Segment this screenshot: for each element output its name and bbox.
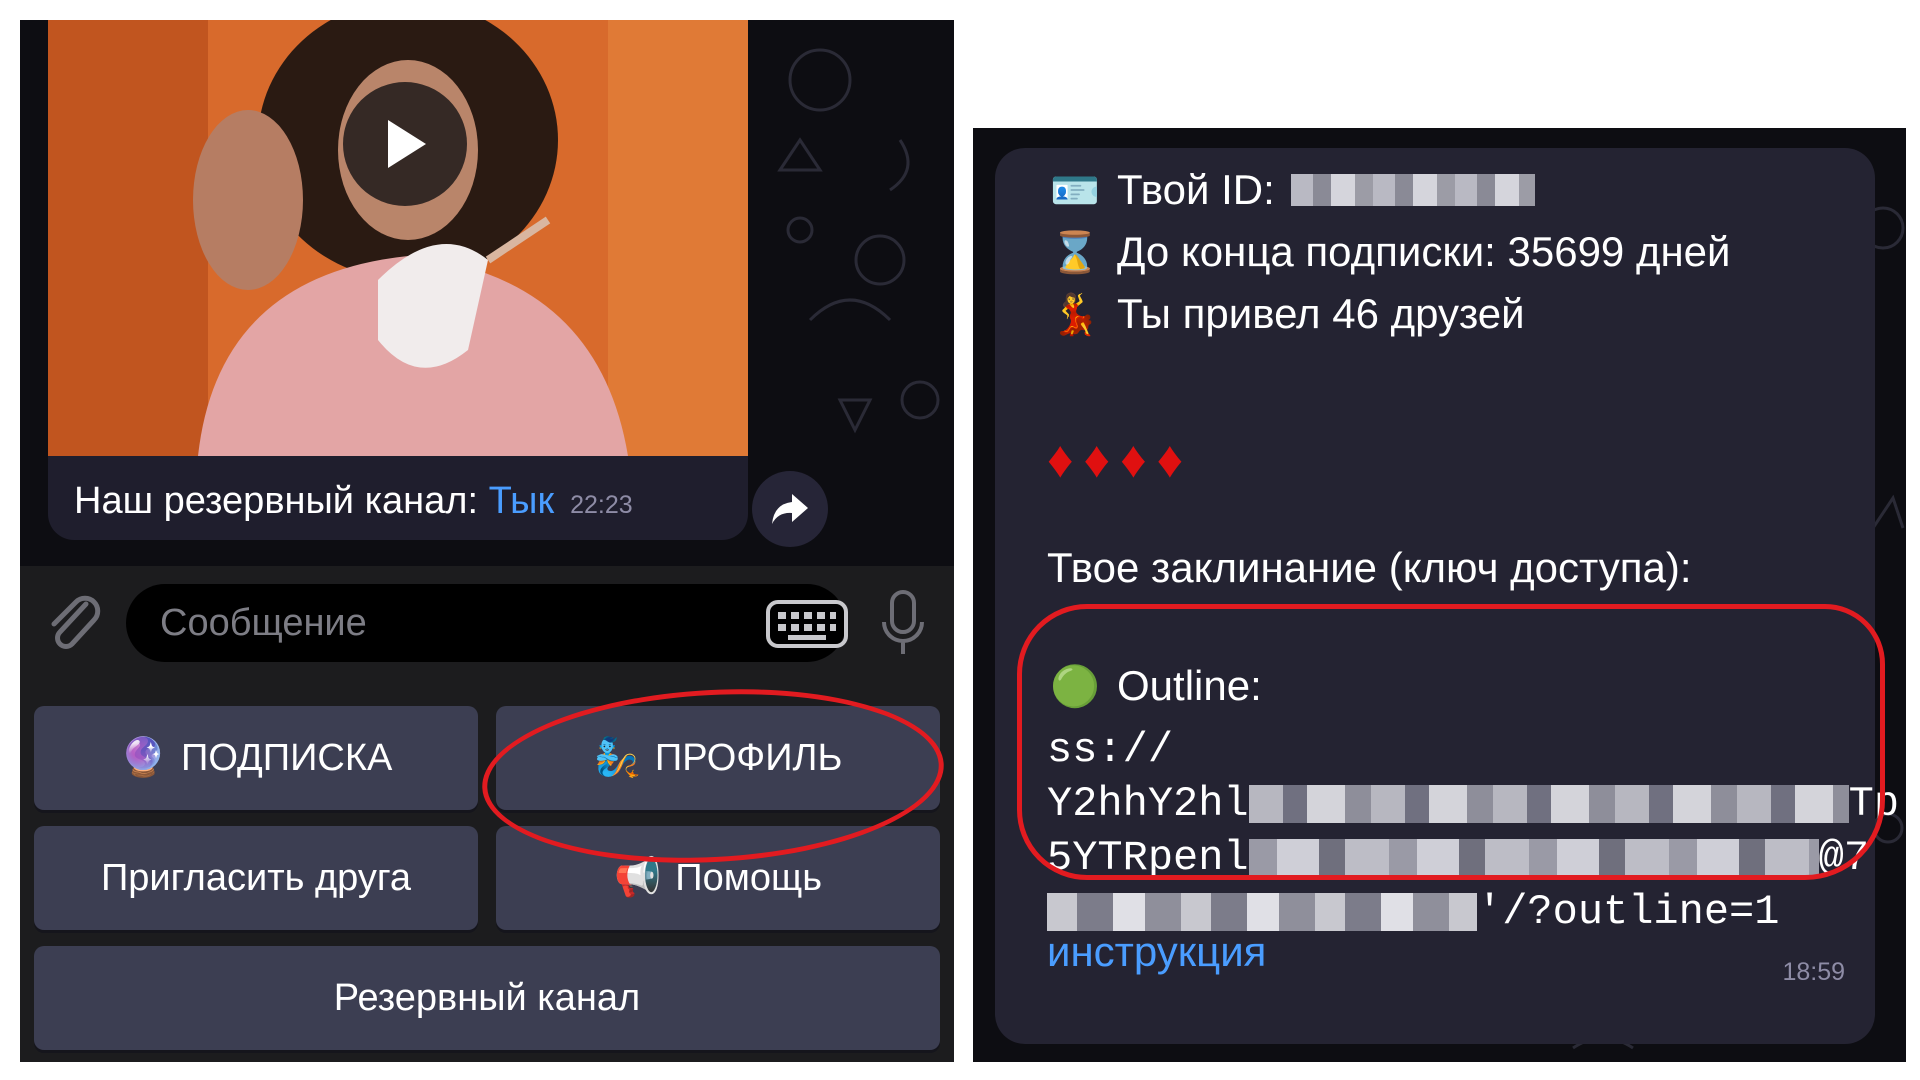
reserve-channel-button-label: Резервный канал	[333, 976, 641, 1019]
key-line-4-end: '/?outline=1	[1477, 888, 1780, 936]
spell-text: Твое заклинание (ключ доступа):	[1047, 544, 1692, 591]
key-line-2-end: Tp	[1848, 780, 1900, 828]
crystal-ball-icon: 🔮	[119, 737, 167, 779]
outline-label: Outline:	[1117, 662, 1262, 709]
subscription-button[interactable]: 🔮 ПОДПИСКА	[34, 706, 478, 810]
caption-link[interactable]: Тык	[489, 480, 554, 522]
key-line-3-end: @7	[1818, 834, 1870, 882]
user-id-row: 🪪 Твой ID:	[1047, 166, 1535, 214]
invite-friend-button[interactable]: Пригласить друга	[34, 826, 478, 930]
spell-heading: Твое заклинание (ключ доступа):	[1047, 544, 1692, 592]
forward-button[interactable]	[752, 471, 828, 547]
message-time: 18:59	[1782, 958, 1845, 986]
user-id-redacted	[1290, 174, 1535, 206]
caption-text: Наш резервный канал:	[74, 480, 489, 522]
help-button-label: Помощь	[675, 856, 823, 899]
hourglass-icon: ⌛	[1050, 230, 1100, 275]
keyboard-icon[interactable]	[766, 600, 848, 648]
green-circle-icon: 🟢	[1050, 664, 1100, 709]
id-card-icon: 🪪	[1050, 168, 1100, 213]
message-input-bar: Сообщение	[20, 566, 954, 678]
key-redacted-4	[1047, 892, 1477, 931]
genie-icon: 🧞	[593, 737, 641, 779]
access-key-line-2: Y2hhY2hl Tp	[1047, 780, 1899, 828]
paperclip-icon[interactable]	[42, 590, 106, 654]
subscription-row: ⌛ До конца подписки: 35699 дней	[1047, 228, 1730, 276]
key-line-2-start: Y2hhY2hl	[1047, 780, 1249, 828]
diamonds-divider: ♦♦♦♦	[1047, 431, 1194, 489]
reserve-channel-button[interactable]: Резервный канал	[34, 946, 940, 1050]
key-redacted-3	[1248, 838, 1819, 877]
message-time: 22:23	[570, 491, 633, 519]
play-button[interactable]	[343, 82, 467, 206]
profile-button-label: ПРОФИЛЬ	[654, 736, 843, 779]
video-caption: Наш резервный канал: Тык 22:23	[74, 480, 633, 523]
profile-message-bubble: 🪪 Твой ID: ⌛ До конца подписки: 35699 дн…	[995, 148, 1899, 1044]
access-key-line-1: ss://	[1047, 726, 1174, 774]
instruction-link[interactable]: инструкция	[1047, 928, 1266, 976]
key-redacted-2	[1248, 784, 1849, 823]
help-button[interactable]: 📢 Помощь	[496, 826, 940, 930]
chat-screen-right: 🪪 Твой ID: ⌛ До конца подписки: 35699 дн…	[973, 128, 1906, 1062]
dancer-icon: 💃	[1050, 292, 1100, 337]
subscription-button-label: ПОДПИСКА	[181, 736, 393, 779]
share-icon	[772, 494, 808, 524]
microphone-icon[interactable]	[878, 588, 928, 658]
video-message-bubble: Наш резервный канал: Тык 22:23	[48, 20, 748, 540]
user-id-label: Твой ID:	[1117, 166, 1275, 213]
chat-screen-left: Наш резервный канал: Тык 22:23 Сообщение …	[20, 20, 954, 1062]
access-key-line-3: 5YTRpenl @7	[1047, 834, 1869, 882]
friends-row: 💃 Ты привел 46 друзей	[1047, 290, 1525, 338]
outline-row: 🟢 Outline:	[1047, 662, 1262, 710]
bot-keyboard: 🔮 ПОДПИСКА 🧞 ПРОФИЛЬ Пригласить друга 📢 Пом…	[20, 678, 954, 1062]
message-input[interactable]: Сообщение	[126, 584, 846, 662]
invite-friend-button-label: Пригласить друга	[100, 856, 412, 899]
profile-button[interactable]: 🧞 ПРОФИЛЬ	[496, 706, 940, 810]
play-icon	[388, 120, 426, 168]
subscription-text: До конца подписки: 35699 дней	[1117, 228, 1731, 275]
friends-text: Ты привел 46 друзей	[1117, 290, 1525, 337]
megaphone-icon: 📢	[613, 857, 662, 899]
key-line-3-start: 5YTRpenl	[1047, 834, 1249, 882]
